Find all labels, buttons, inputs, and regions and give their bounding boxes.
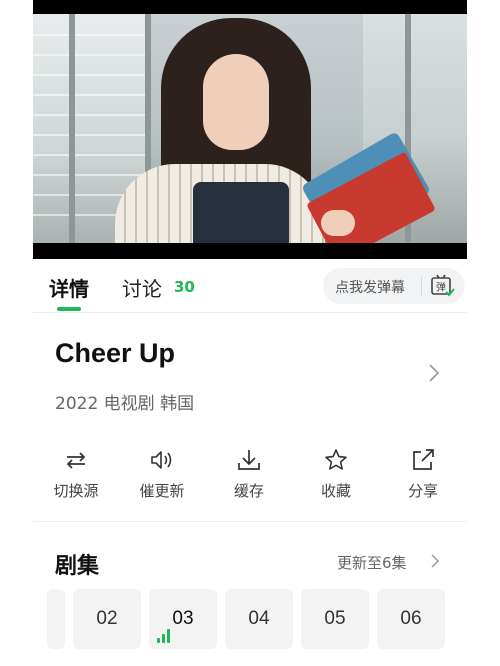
- switch-source-icon: [66, 452, 86, 469]
- svg-text:弹: 弹: [436, 281, 446, 294]
- speaker-icon: [151, 451, 172, 469]
- chevron-right-icon[interactable]: [428, 363, 440, 383]
- download-icon: [238, 450, 260, 470]
- episode-number: 03: [172, 608, 194, 629]
- person-overalls: [193, 182, 289, 243]
- download-button[interactable]: 缓存: [209, 448, 289, 501]
- action-label: 催更新: [139, 482, 185, 500]
- divider: [33, 521, 467, 522]
- danmu-toggle-icon[interactable]: 弹: [429, 274, 455, 298]
- switch-source-button[interactable]: 切换源: [36, 448, 116, 501]
- episode-tile[interactable]: 04: [225, 589, 293, 649]
- episode-tile[interactable]: 05: [301, 589, 369, 649]
- person-face: [203, 54, 269, 150]
- video-player[interactable]: [33, 0, 467, 259]
- tab-bar: 详情 讨论 30 点我发弹幕 弹: [33, 259, 467, 313]
- tab-active-indicator: [57, 307, 81, 311]
- action-label: 切换源: [53, 482, 99, 500]
- now-playing-icon: [157, 629, 173, 643]
- share-button[interactable]: 分享: [383, 448, 463, 501]
- divider: [421, 277, 422, 295]
- episode-tile[interactable]: 02: [73, 589, 141, 649]
- episode-tile-partial[interactable]: [47, 589, 65, 649]
- favorite-button[interactable]: 收藏: [296, 448, 376, 501]
- tab-detail[interactable]: 详情: [49, 273, 89, 302]
- show-meta: 2022 电视剧 韩国: [55, 394, 195, 414]
- action-label: 缓存: [233, 482, 264, 500]
- discussion-count: 30: [174, 278, 195, 296]
- episodes-update-status[interactable]: 更新至6集: [337, 552, 407, 573]
- episodes-heading: 剧集: [55, 554, 100, 579]
- episode-tile[interactable]: 06: [377, 589, 445, 649]
- chevron-right-icon[interactable]: [430, 553, 440, 569]
- tab-discussion[interactable]: 讨论: [122, 273, 162, 302]
- danmu-input[interactable]: 点我发弹幕 弹: [323, 268, 465, 304]
- person-hand: [321, 210, 355, 236]
- show-title: Cheer Up: [55, 338, 176, 368]
- request-update-button[interactable]: 催更新: [122, 448, 202, 501]
- action-label: 收藏: [320, 482, 351, 500]
- video-frame: [33, 14, 467, 243]
- danmu-placeholder: 点我发弹幕: [335, 280, 405, 296]
- episode-tile-playing[interactable]: 03: [149, 589, 217, 649]
- action-label: 分享: [407, 482, 438, 500]
- star-icon: [325, 449, 347, 470]
- share-icon: [413, 449, 434, 470]
